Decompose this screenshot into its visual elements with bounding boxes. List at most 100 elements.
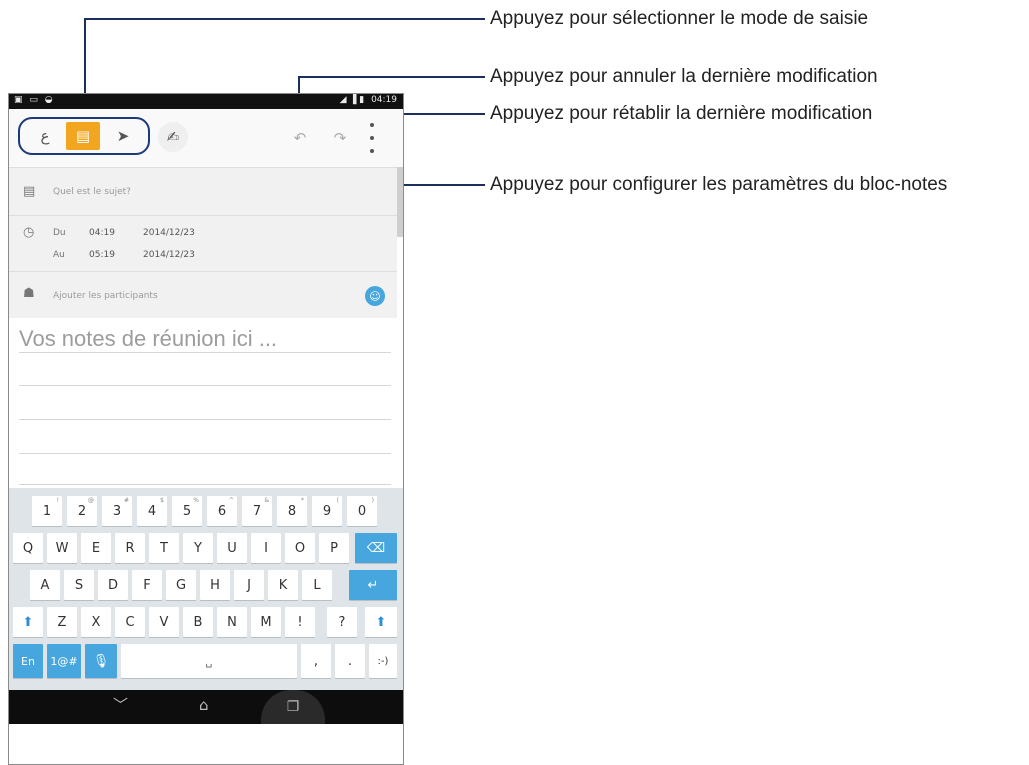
key-a[interactable]: A bbox=[30, 570, 60, 600]
key-r[interactable]: R bbox=[115, 533, 145, 563]
shift-key-left[interactable]: ⬆ bbox=[13, 607, 43, 637]
enter-icon: ↵ bbox=[367, 577, 379, 593]
voice-key[interactable]: 🎙 bbox=[85, 644, 117, 678]
to-time[interactable]: 05:19 bbox=[89, 250, 115, 260]
key-e[interactable]: E bbox=[81, 533, 111, 563]
from-label: Du bbox=[53, 228, 66, 238]
status-icons: ◢ ▐ ▮ 04:19 bbox=[340, 95, 397, 105]
notification-icons: ▣ ▭ ◒ bbox=[14, 95, 55, 105]
key-j[interactable]: J bbox=[234, 570, 264, 600]
key-q[interactable]: Q bbox=[13, 533, 43, 563]
key-p[interactable]: P bbox=[319, 533, 349, 563]
key-3[interactable]: 3 # bbox=[102, 496, 132, 526]
phone-screen: ▣ ▭ ◒ ◢ ▐ ▮ 04:19 ع ▤ ➤ ✍ ↶ ↷ ▤ Quel est… bbox=[8, 93, 404, 765]
subject-row[interactable]: ▤ Quel est le sujet? bbox=[9, 167, 397, 215]
key-i[interactable]: I bbox=[251, 533, 281, 563]
key-d[interactable]: D bbox=[98, 570, 128, 600]
settings-menu-button[interactable] bbox=[364, 123, 380, 153]
key-7[interactable]: 7 & bbox=[242, 496, 272, 526]
key-w[interactable]: W bbox=[47, 533, 77, 563]
redo-icon: ↷ bbox=[333, 129, 347, 147]
input-mode-group: ع ▤ ➤ bbox=[18, 117, 150, 155]
symbols-key[interactable]: 1@# bbox=[47, 644, 81, 678]
key-9[interactable]: 9( bbox=[312, 496, 342, 526]
key-g[interactable]: G bbox=[166, 570, 196, 600]
participants-icon: ☗ bbox=[23, 286, 35, 301]
key-o[interactable]: O bbox=[285, 533, 315, 563]
key-c[interactable]: C bbox=[115, 607, 145, 637]
menu-dot-icon bbox=[370, 149, 374, 153]
space-icon: ␣ bbox=[205, 654, 213, 668]
toolbar: ع ▤ ➤ ✍ ↶ ↷ bbox=[9, 109, 403, 167]
key-4[interactable]: 4 $ bbox=[137, 496, 167, 526]
shift-key-right[interactable]: ⬆ bbox=[365, 607, 397, 637]
add-contact-icon[interactable]: ☺ bbox=[365, 286, 385, 306]
key-2[interactable]: 2 @ bbox=[67, 496, 97, 526]
handwriting-mode-button[interactable]: ع bbox=[28, 122, 62, 150]
backspace-key[interactable]: ⌫ bbox=[355, 533, 397, 563]
soft-keyboard: 1! 2 @ 3 # 4 $ 5% 6 ^ 7 & 8 * 9( 0) Q W E R T … bbox=[9, 488, 403, 690]
key-s[interactable]: S bbox=[64, 570, 94, 600]
emoticon-key[interactable]: :-) bbox=[369, 644, 397, 678]
language-key[interactable]: En bbox=[13, 644, 43, 678]
key-5[interactable]: 5% bbox=[172, 496, 202, 526]
key-h[interactable]: H bbox=[200, 570, 230, 600]
keyboard-mode-button[interactable]: ▤ bbox=[66, 122, 100, 150]
scrollbar[interactable] bbox=[397, 167, 403, 237]
from-time[interactable]: 04:19 bbox=[89, 228, 115, 238]
key-t[interactable]: T bbox=[149, 533, 179, 563]
shift-icon: ⬆ bbox=[22, 614, 34, 630]
key-b[interactable]: B bbox=[183, 607, 213, 637]
key-y[interactable]: Y bbox=[183, 533, 213, 563]
menu-dot-icon bbox=[370, 123, 374, 127]
shift-icon: ⬆ bbox=[375, 614, 387, 630]
key-1[interactable]: 1! bbox=[32, 496, 62, 526]
from-date[interactable]: 2014/12/23 bbox=[143, 228, 195, 238]
key-question[interactable]: ? bbox=[327, 607, 357, 637]
backspace-icon: ⌫ bbox=[366, 540, 386, 556]
notes-area[interactable]: Vos notes de réunion ici ... bbox=[9, 318, 403, 488]
key-f[interactable]: F bbox=[132, 570, 162, 600]
key-0[interactable]: 0) bbox=[347, 496, 377, 526]
menu-dot-icon bbox=[370, 136, 374, 140]
key-period[interactable]: . bbox=[335, 644, 365, 678]
participants-row[interactable]: ☗ Ajouter les participants ☺ bbox=[9, 271, 397, 318]
key-z[interactable]: Z bbox=[47, 607, 77, 637]
key-v[interactable]: V bbox=[149, 607, 179, 637]
redo-button[interactable]: ↷ bbox=[325, 123, 355, 153]
undo-icon: ↶ bbox=[293, 129, 307, 147]
key-comma[interactable]: , bbox=[301, 644, 331, 678]
to-label: Au bbox=[53, 250, 65, 260]
datetime-row: ◷ Du 04:19 2014/12/23 Au 05:19 2014/12/2… bbox=[9, 215, 397, 271]
key-n[interactable]: N bbox=[217, 607, 247, 637]
home-icon[interactable]: ⌂ bbox=[199, 696, 209, 714]
leader-undo-h bbox=[299, 76, 485, 78]
undo-button[interactable]: ↶ bbox=[285, 123, 315, 153]
keyboard-icon: ▤ bbox=[75, 127, 91, 145]
callout-input-mode: Appuyez pour sélectionner le mode de sai… bbox=[490, 8, 869, 29]
subject-input[interactable]: Quel est le sujet? bbox=[53, 187, 131, 197]
key-exclamation[interactable]: ! bbox=[285, 607, 315, 637]
notes-rule bbox=[19, 352, 391, 353]
enter-key[interactable]: ↵ bbox=[349, 570, 397, 600]
status-bar: ▣ ▭ ◒ ◢ ▐ ▮ 04:19 bbox=[9, 94, 403, 109]
drawing-tool-button[interactable]: ✍ bbox=[158, 122, 188, 152]
back-icon[interactable]: ﹀ bbox=[113, 694, 128, 715]
notes-rule bbox=[19, 484, 391, 485]
subject-icon: ▤ bbox=[23, 184, 36, 199]
key-m[interactable]: M bbox=[251, 607, 281, 637]
key-6[interactable]: 6 ^ bbox=[207, 496, 237, 526]
key-l[interactable]: L bbox=[302, 570, 332, 600]
recent-apps-button[interactable]: ❐ bbox=[261, 690, 325, 724]
key-u[interactable]: U bbox=[217, 533, 247, 563]
participants-input[interactable]: Ajouter les participants bbox=[53, 291, 158, 301]
to-date[interactable]: 2014/12/23 bbox=[143, 250, 195, 260]
key-x[interactable]: X bbox=[81, 607, 111, 637]
key-8[interactable]: 8 * bbox=[277, 496, 307, 526]
leader-input-mode-h bbox=[85, 18, 485, 20]
notes-rule bbox=[19, 453, 391, 454]
space-key[interactable]: ␣ bbox=[121, 644, 297, 678]
key-k[interactable]: K bbox=[268, 570, 298, 600]
pen-mode-button[interactable]: ➤ bbox=[106, 122, 140, 150]
pen-icon: ➤ bbox=[116, 127, 130, 145]
